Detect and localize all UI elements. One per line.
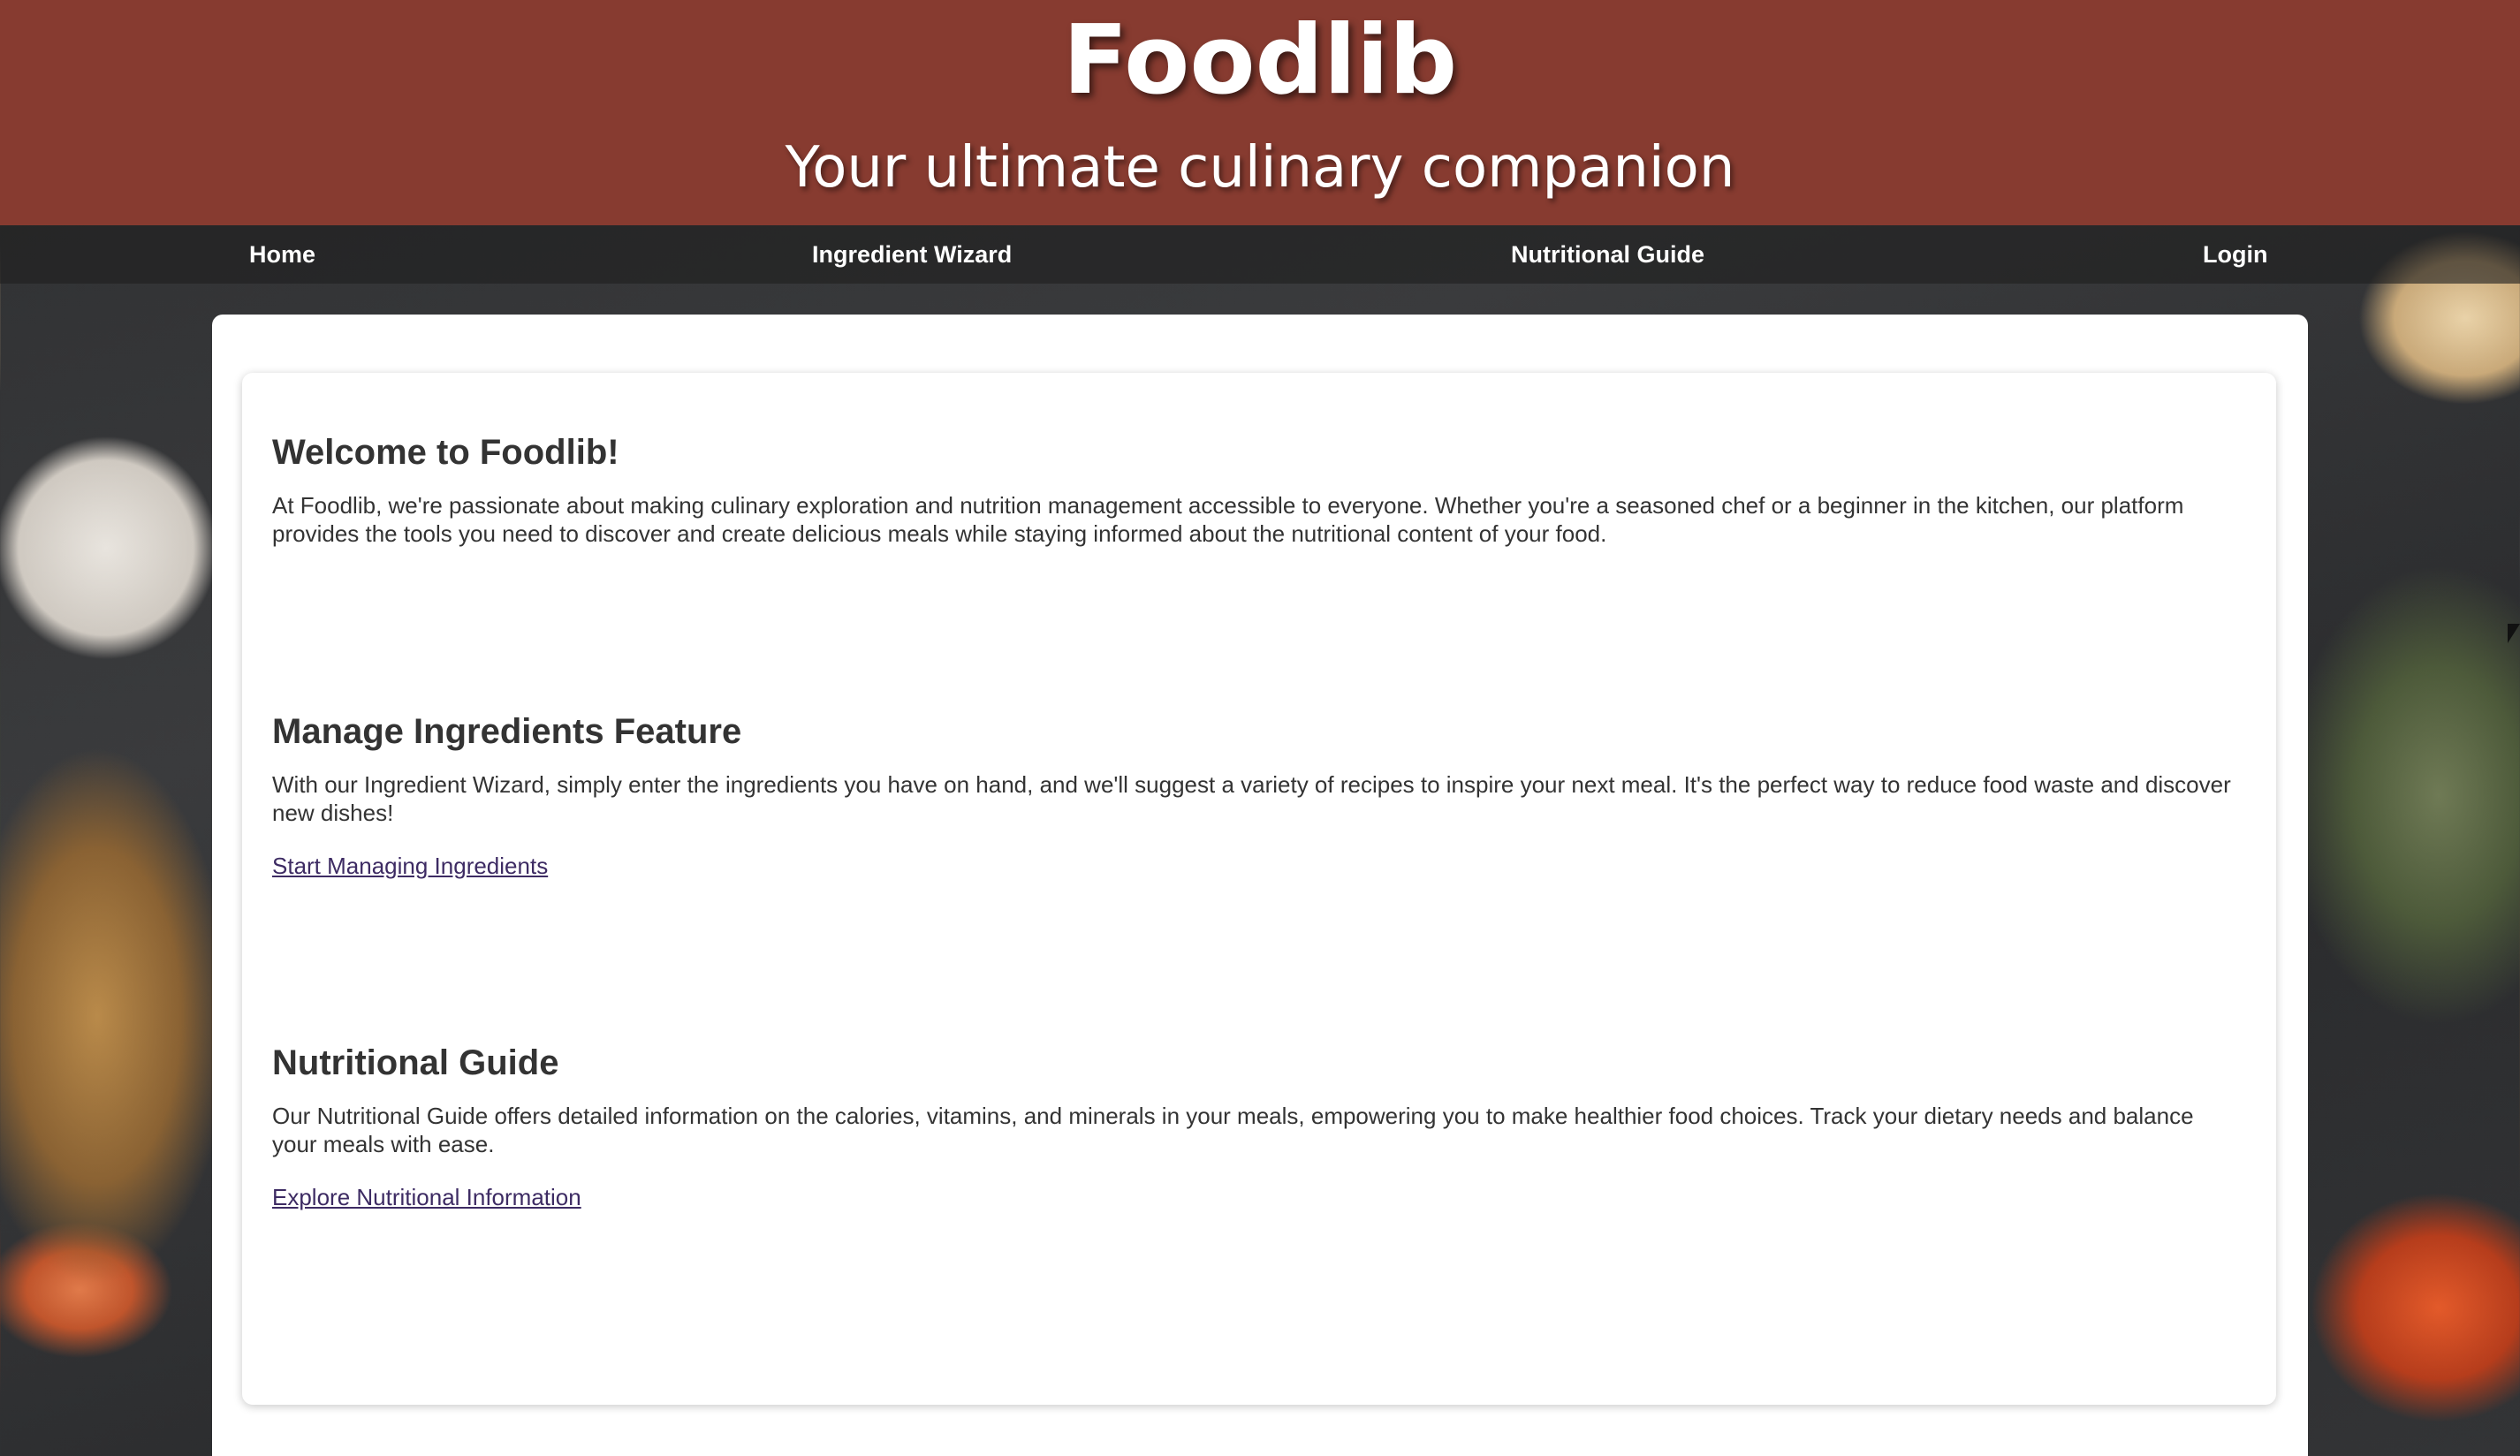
nav-home[interactable]: Home xyxy=(249,225,315,284)
welcome-section: Welcome to Foodlib! At Foodlib, we're pa… xyxy=(272,431,2243,548)
welcome-text: At Foodlib, we're passionate about makin… xyxy=(272,492,2184,547)
manage-ingredients-section: Manage Ingredients Feature With our Ingr… xyxy=(272,710,2243,880)
manage-ingredients-heading: Manage Ingredients Feature xyxy=(272,712,742,751)
main-nav: Home Ingredient Wizard Nutritional Guide… xyxy=(0,225,2520,284)
nav-login[interactable]: Login xyxy=(2203,225,2267,284)
site-tagline: Your ultimate culinary companion xyxy=(785,135,1735,201)
nutritional-guide-heading: Nutritional Guide xyxy=(272,1043,559,1082)
main-container: Welcome to Foodlib! At Foodlib, we're pa… xyxy=(212,315,2308,1456)
site-header: Foodlib Your ultimate culinary companion xyxy=(0,0,2520,225)
mouse-cursor-icon xyxy=(2508,624,2520,643)
content-card: Welcome to Foodlib! At Foodlib, we're pa… xyxy=(242,373,2276,1405)
welcome-heading: Welcome to Foodlib! xyxy=(272,433,619,472)
nutritional-guide-text: Our Nutritional Guide offers detailed in… xyxy=(272,1103,2194,1157)
nav-nutritional-guide[interactable]: Nutritional Guide xyxy=(1511,225,1704,284)
explore-nutritional-info-link[interactable]: Explore Nutritional Information xyxy=(272,1183,581,1211)
start-managing-ingredients-link[interactable]: Start Managing Ingredients xyxy=(272,852,548,880)
manage-ingredients-text: With our Ingredient Wizard, simply enter… xyxy=(272,771,2231,826)
nutritional-guide-section: Nutritional Guide Our Nutritional Guide … xyxy=(272,1042,2243,1211)
site-title: Foodlib xyxy=(1062,5,1458,116)
nav-ingredient-wizard[interactable]: Ingredient Wizard xyxy=(812,225,1012,284)
